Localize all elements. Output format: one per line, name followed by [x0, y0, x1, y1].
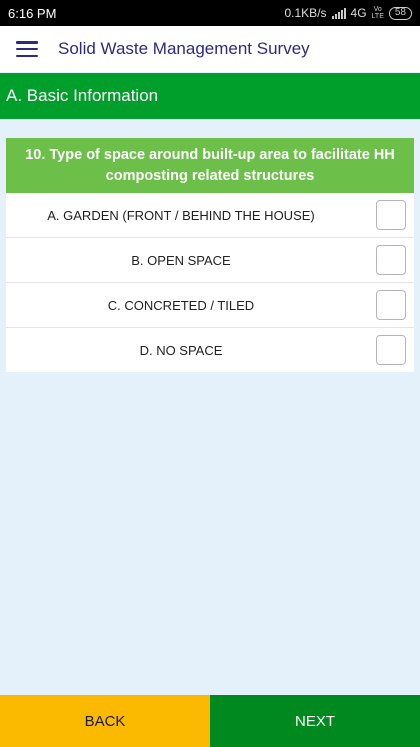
status-time: 6:16 PM: [8, 5, 57, 21]
option-label: B. OPEN SPACE: [131, 252, 231, 268]
option-label: C. CONCRETED / TILED: [107, 297, 255, 313]
app-title: Solid Waste Management Survey: [58, 39, 310, 58]
volte-icon: Vo LTE: [372, 6, 384, 20]
option-label: D. NO SPACE: [139, 342, 223, 358]
menu-icon[interactable]: [16, 41, 38, 57]
option-checkbox[interactable]: [376, 200, 406, 230]
status-indicators: 0.1KB/s 4G Vo LTE 58: [284, 6, 412, 20]
app-bar: Solid Waste Management Survey: [0, 26, 420, 72]
option-checkbox[interactable]: [376, 245, 406, 275]
question-card: 10. Type of space around built-up area t…: [6, 138, 414, 372]
option-open-space[interactable]: B. OPEN SPACE: [6, 238, 414, 283]
option-no-space[interactable]: D. NO SPACE: [6, 328, 414, 372]
option-checkbox[interactable]: [376, 335, 406, 365]
network-type: 4G: [350, 6, 367, 20]
network-speed: 0.1KB/s: [284, 6, 327, 20]
option-garden[interactable]: A. GARDEN (FRONT / BEHIND THE HOUSE): [6, 193, 414, 238]
question-title: 10. Type of space around built-up area t…: [6, 138, 414, 193]
back-button[interactable]: BACK: [0, 695, 210, 747]
status-bar: 6:16 PM 0.1KB/s 4G Vo LTE 58: [0, 0, 420, 26]
signal-icon: [331, 7, 346, 19]
battery-icon: 58: [388, 6, 412, 20]
option-concreted-tiled[interactable]: C. CONCRETED / TILED: [6, 283, 414, 328]
option-label: A. GARDEN (FRONT / BEHIND THE HOUSE): [47, 207, 315, 223]
option-checkbox[interactable]: [376, 290, 406, 320]
next-button[interactable]: NEXT: [210, 695, 420, 747]
footer-nav: BACK NEXT: [0, 695, 420, 747]
volte-top: Vo: [373, 6, 382, 13]
volte-bottom: LTE: [371, 13, 384, 20]
section-header: A. Basic Information: [0, 73, 420, 119]
